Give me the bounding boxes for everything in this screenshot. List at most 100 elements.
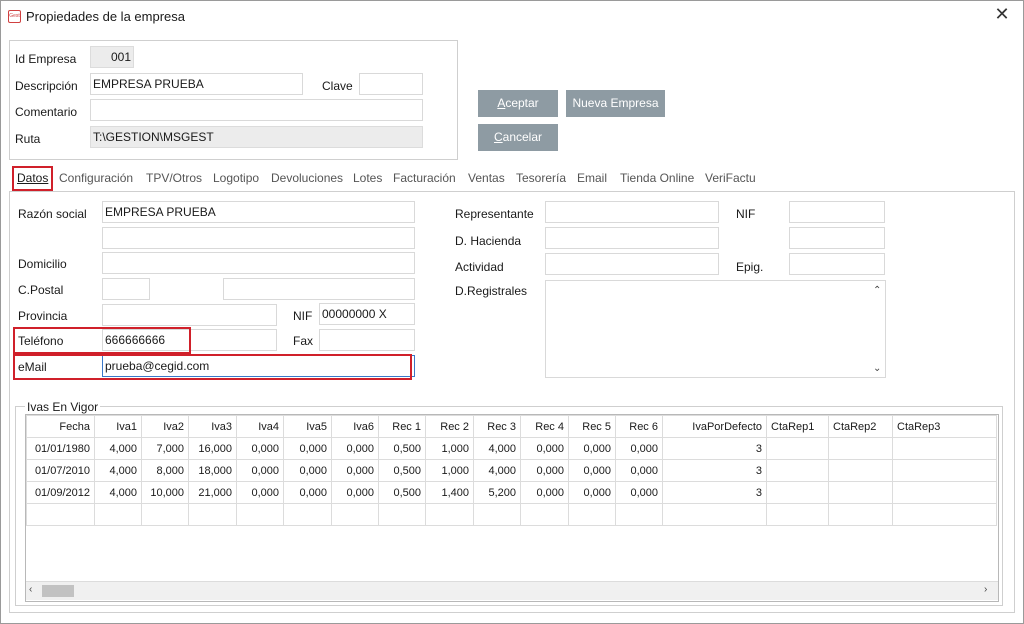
cpostal-field[interactable] xyxy=(102,278,150,300)
table-cell[interactable]: 0,000 xyxy=(236,459,284,482)
col-header[interactable]: CtaRep1 xyxy=(766,415,829,438)
col-header[interactable]: CtaRep3 xyxy=(892,415,997,438)
table-cell[interactable] xyxy=(828,459,893,482)
col-header[interactable]: Rec 6 xyxy=(615,415,663,438)
table-cell[interactable]: 01/09/2012 xyxy=(26,481,95,504)
table-row[interactable]: 01/09/2012 4,000 10,000 21,000 0,000 0,000 0,0… xyxy=(26,481,997,504)
col-header[interactable]: Iva5 xyxy=(283,415,332,438)
table-cell[interactable]: 7,000 xyxy=(141,437,189,460)
table-cell[interactable]: 16,000 xyxy=(188,437,237,460)
tab-logotipo[interactable]: Logotipo xyxy=(213,171,259,185)
tab-tpv-otros[interactable]: TPV/Otros xyxy=(146,171,202,185)
table-cell[interactable]: 0,000 xyxy=(520,437,569,460)
horizontal-scrollbar[interactable]: ‹ › xyxy=(26,581,998,600)
table-row[interactable]: 01/07/2010 4,000 8,000 18,000 0,000 0,000 0,00… xyxy=(26,459,997,482)
poblacion-field[interactable] xyxy=(223,278,415,300)
table-cell[interactable]: 18,000 xyxy=(188,459,237,482)
tab-tesoreria[interactable]: Tesorería xyxy=(516,171,566,185)
table-cell[interactable] xyxy=(662,503,767,526)
tab-verifactu[interactable]: VeriFactu xyxy=(705,171,756,185)
table-cell[interactable] xyxy=(94,503,142,526)
table-cell[interactable]: 0,000 xyxy=(568,437,616,460)
col-header[interactable]: Iva2 xyxy=(141,415,189,438)
table-cell[interactable]: 0,000 xyxy=(283,481,332,504)
table-cell[interactable]: 4,000 xyxy=(94,481,142,504)
table-cell[interactable] xyxy=(188,503,237,526)
domicilio-field[interactable] xyxy=(102,252,415,274)
table-cell[interactable]: 0,000 xyxy=(236,437,284,460)
razon-social-2-field[interactable] xyxy=(102,227,415,249)
table-cell[interactable]: 0,000 xyxy=(331,437,379,460)
fax-field[interactable] xyxy=(319,329,415,351)
tab-ventas[interactable]: Ventas xyxy=(468,171,505,185)
col-header[interactable]: Rec 2 xyxy=(425,415,474,438)
table-cell[interactable] xyxy=(520,503,569,526)
table-cell[interactable] xyxy=(766,503,829,526)
table-cell[interactable] xyxy=(141,503,189,526)
table-cell[interactable]: 01/01/1980 xyxy=(26,437,95,460)
table-cell[interactable] xyxy=(892,481,997,504)
col-header[interactable]: Iva3 xyxy=(188,415,237,438)
table-cell[interactable]: 8,000 xyxy=(141,459,189,482)
chevron-right-icon[interactable]: › xyxy=(984,584,987,595)
table-cell[interactable] xyxy=(828,437,893,460)
comentario-field[interactable] xyxy=(90,99,423,121)
table-cell[interactable]: 1,000 xyxy=(425,437,474,460)
col-header[interactable]: Iva1 xyxy=(94,415,142,438)
table-cell[interactable]: 0,000 xyxy=(568,459,616,482)
actividad-field[interactable] xyxy=(545,253,719,275)
table-cell[interactable]: 3 xyxy=(662,437,767,460)
table-row[interactable] xyxy=(26,503,997,526)
table-cell[interactable]: 0,000 xyxy=(520,459,569,482)
tab-devoluciones[interactable]: Devoluciones xyxy=(271,171,343,185)
tab-tienda-online[interactable]: Tienda Online xyxy=(620,171,694,185)
table-cell[interactable] xyxy=(766,437,829,460)
representante-field[interactable] xyxy=(545,201,719,223)
table-cell[interactable]: 0,000 xyxy=(615,481,663,504)
table-cell[interactable]: 0,000 xyxy=(520,481,569,504)
col-header[interactable]: Fecha xyxy=(26,415,95,438)
table-cell[interactable]: 4,000 xyxy=(94,459,142,482)
nif-field[interactable]: 00000000 X xyxy=(319,303,415,325)
col-header[interactable]: Rec 1 xyxy=(378,415,426,438)
col-header[interactable]: Rec 4 xyxy=(520,415,569,438)
provincia-field[interactable] xyxy=(102,304,277,326)
table-cell[interactable]: 0,000 xyxy=(568,481,616,504)
tab-configuracion[interactable]: Configuración xyxy=(59,171,133,185)
table-cell[interactable]: 4,000 xyxy=(473,437,521,460)
clave-field[interactable] xyxy=(359,73,423,95)
table-cell[interactable] xyxy=(766,481,829,504)
hacienda-field[interactable] xyxy=(545,227,719,249)
col-header[interactable]: IvaPorDefecto xyxy=(662,415,767,438)
registrales-textarea[interactable] xyxy=(545,280,886,378)
table-cell[interactable] xyxy=(615,503,663,526)
table-cell[interactable] xyxy=(473,503,521,526)
col-header[interactable]: Rec 5 xyxy=(568,415,616,438)
nueva-empresa-button[interactable]: Nueva Empresa xyxy=(566,90,665,117)
table-cell[interactable] xyxy=(283,503,332,526)
table-cell[interactable] xyxy=(331,503,379,526)
table-cell[interactable]: 10,000 xyxy=(141,481,189,504)
tab-facturacion[interactable]: Facturación xyxy=(393,171,456,185)
table-cell[interactable]: 3 xyxy=(662,459,767,482)
table-cell[interactable]: 0,000 xyxy=(331,459,379,482)
cancelar-button[interactable]: Cancelar xyxy=(478,124,558,151)
table-cell[interactable]: 0,000 xyxy=(331,481,379,504)
table-cell[interactable] xyxy=(236,503,284,526)
close-icon[interactable]: ✕ xyxy=(991,4,1013,26)
table-cell[interactable]: 1,000 xyxy=(425,459,474,482)
table-cell[interactable] xyxy=(425,503,474,526)
table-cell[interactable]: 0,000 xyxy=(283,437,332,460)
table-cell[interactable]: 3 xyxy=(662,481,767,504)
table-cell[interactable]: 01/07/2010 xyxy=(26,459,95,482)
table-cell[interactable]: 0,000 xyxy=(283,459,332,482)
table-cell[interactable] xyxy=(892,437,997,460)
table-cell[interactable]: 5,200 xyxy=(473,481,521,504)
col-header[interactable]: CtaRep2 xyxy=(828,415,893,438)
table-cell[interactable]: 4,000 xyxy=(94,437,142,460)
table-cell[interactable] xyxy=(892,459,997,482)
table-cell[interactable] xyxy=(828,481,893,504)
table-cell[interactable] xyxy=(892,503,997,526)
descripcion-field[interactable]: EMPRESA PRUEBA xyxy=(90,73,303,95)
ivas-grid[interactable]: Fecha Iva1 Iva2 Iva3 Iva4 Iva5 Iva6 Rec 1 Rec 2R… xyxy=(25,414,999,602)
